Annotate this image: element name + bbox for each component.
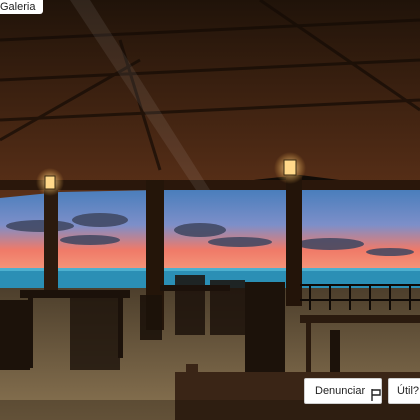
report-button-label: Denunciar <box>315 385 366 397</box>
lamp-right <box>283 159 297 176</box>
restaurant-photo <box>0 0 420 420</box>
lamp-left <box>44 175 56 190</box>
useful-button-label: Útil? <box>397 385 420 397</box>
useful-button[interactable]: Útil? <box>388 378 420 404</box>
post-right <box>286 176 302 306</box>
report-button[interactable]: Denunciar <box>304 378 382 404</box>
post-left <box>44 182 58 292</box>
flag-icon <box>371 385 381 401</box>
gallery-label: Galeria <box>0 0 44 14</box>
beach-restaurant-scene <box>0 0 420 420</box>
